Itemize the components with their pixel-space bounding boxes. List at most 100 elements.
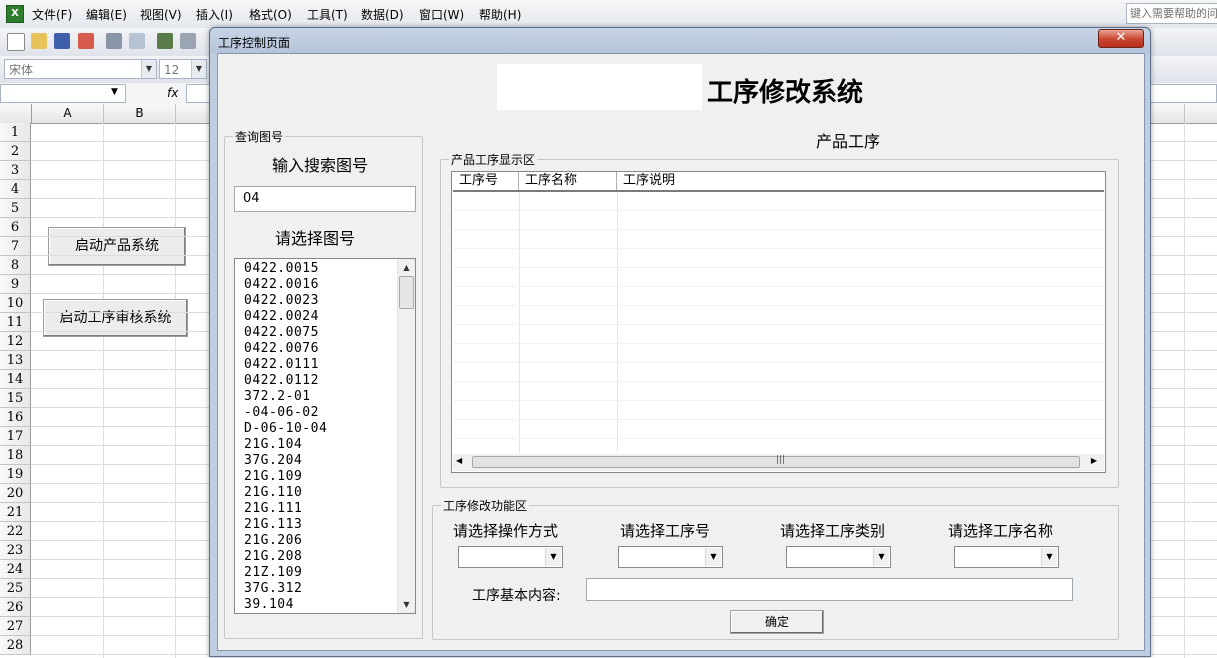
menu-tools[interactable]: 工具(T) [307, 6, 348, 23]
list-item[interactable]: D-06-10-04 [244, 421, 327, 437]
row-header[interactable]: 5 [0, 199, 31, 218]
row-header[interactable]: 4 [0, 180, 31, 199]
confirm-button[interactable]: 确定 [730, 610, 824, 634]
row-header[interactable]: 3 [0, 161, 31, 180]
row-header[interactable]: 9 [0, 275, 31, 294]
row-header[interactable]: 13 [0, 351, 31, 370]
process-number-select[interactable]: ▼ [618, 546, 723, 568]
print-preview-icon[interactable] [129, 33, 145, 49]
row-header[interactable]: 14 [0, 370, 31, 389]
fx-icon[interactable]: fx [167, 86, 178, 100]
list-item[interactable]: 21G.109 [244, 469, 302, 485]
list-item[interactable]: 0422.0075 [244, 325, 319, 341]
process-category-select[interactable]: ▼ [786, 546, 891, 568]
menu-window[interactable]: 窗口(W) [419, 6, 464, 23]
scroll-down-icon[interactable]: ▼ [399, 597, 414, 612]
list-item[interactable]: 0422.0076 [244, 341, 319, 357]
row-header[interactable]: 1 [0, 123, 31, 142]
select-all-corner[interactable] [0, 104, 32, 123]
list-item[interactable]: 21G.110 [244, 485, 302, 501]
list-item[interactable]: 0422.0024 [244, 309, 319, 325]
row-header[interactable]: 6 [0, 218, 31, 237]
research-icon[interactable] [180, 33, 196, 49]
operation-mode-select[interactable]: ▼ [458, 546, 563, 568]
row-header[interactable]: 22 [0, 522, 31, 541]
process-name-select[interactable]: ▼ [954, 546, 1059, 568]
list-item[interactable]: 21G.104 [244, 437, 302, 453]
close-button[interactable]: ✕ [1098, 29, 1144, 48]
row-header[interactable]: 12 [0, 332, 31, 351]
list-item[interactable]: 37G.204 [244, 453, 302, 469]
list-item[interactable]: 0422.0111 [244, 357, 319, 373]
save-icon[interactable] [54, 33, 70, 49]
row-header[interactable]: 23 [0, 541, 31, 560]
list-item[interactable]: 0422.0023 [244, 293, 319, 309]
open-icon[interactable] [31, 33, 47, 49]
font-size-select[interactable]: 12 ▼ [159, 59, 207, 79]
help-search-input[interactable]: 键入需要帮助的问 [1126, 3, 1217, 24]
column-header-process-name[interactable]: 工序名称 [519, 172, 617, 190]
row-header[interactable]: 19 [0, 465, 31, 484]
spelling-icon[interactable] [157, 33, 173, 49]
menu-view[interactable]: 视图(V) [140, 6, 182, 23]
column-header-b[interactable]: B [104, 104, 176, 123]
column-header-process-no[interactable]: 工序号 [453, 172, 519, 190]
new-icon[interactable] [7, 33, 25, 51]
menu-format[interactable]: 格式(O) [249, 6, 292, 23]
scroll-up-icon[interactable]: ▲ [399, 260, 414, 275]
column-header[interactable] [1149, 104, 1185, 123]
list-item[interactable]: 21G.208 [244, 549, 302, 565]
row-header[interactable]: 16 [0, 408, 31, 427]
search-label: 输入搜索图号 [272, 156, 369, 175]
menu-edit[interactable]: 编辑(E) [86, 6, 127, 23]
font-name-select[interactable]: 宋体 ▼ [4, 59, 157, 79]
menu-data[interactable]: 数据(D) [361, 6, 404, 23]
horizontal-scrollbar[interactable]: ◀ ||| ▶ [453, 454, 1104, 471]
list-item[interactable]: 0422.0112 [244, 373, 319, 389]
search-drawing-input[interactable]: 04 [234, 186, 416, 212]
column-header-process-desc[interactable]: 工序说明 [617, 172, 1104, 190]
row-header[interactable]: 10 [0, 294, 31, 313]
row-header[interactable]: 20 [0, 484, 31, 503]
permission-icon[interactable] [78, 33, 94, 49]
list-item[interactable]: 21G.113 [244, 517, 302, 533]
launch-product-system-button[interactable]: 启动产品系统 [48, 227, 186, 266]
list-item[interactable]: 21Z.109 [244, 565, 302, 581]
list-item[interactable]: 372.2-01 [244, 389, 311, 405]
list-item[interactable]: 0422.0016 [244, 277, 319, 293]
scroll-thumb[interactable]: ||| [472, 455, 1080, 468]
row-header[interactable]: 15 [0, 389, 31, 408]
list-item[interactable]: 37G.312 [244, 581, 302, 597]
scroll-right-icon[interactable]: ▶ [1091, 456, 1097, 465]
window-titlebar[interactable]: 工序控制页面 ✕ [210, 28, 1150, 53]
row-header[interactable]: 21 [0, 503, 31, 522]
row-header[interactable]: 24 [0, 560, 31, 579]
list-item[interactable]: 39.104 [244, 597, 294, 613]
row-header[interactable]: 7 [0, 237, 31, 256]
row-header[interactable]: 8 [0, 256, 31, 275]
scroll-thumb[interactable] [399, 276, 414, 309]
vertical-scrollbar[interactable]: ▲ ▼ [397, 259, 415, 613]
scroll-left-icon[interactable]: ◀ [456, 456, 462, 465]
row-header[interactable]: 2 [0, 142, 31, 161]
menu-file[interactable]: 文件(F) [32, 6, 72, 23]
list-item[interactable]: 21G.206 [244, 533, 302, 549]
drawing-number-listbox[interactable]: 0422.0015 0422.0016 0422.0023 0422.0024 0422… [234, 258, 416, 614]
row-header[interactable]: 17 [0, 427, 31, 446]
list-item[interactable]: 21G.111 [244, 501, 302, 517]
row-header[interactable]: 27 [0, 617, 31, 636]
row-header[interactable]: 25 [0, 579, 31, 598]
menu-insert[interactable]: 插入(I) [196, 6, 233, 23]
row-header[interactable]: 28 [0, 636, 31, 655]
row-header[interactable]: 18 [0, 446, 31, 465]
print-icon[interactable] [106, 33, 122, 49]
menu-help[interactable]: 帮助(H) [479, 6, 521, 23]
name-box[interactable]: ▼ [0, 84, 126, 103]
row-header[interactable]: 11 [0, 313, 31, 332]
column-header-a[interactable]: A [32, 104, 104, 123]
list-item[interactable]: -04-06-02 [244, 405, 319, 421]
process-table[interactable]: 工序号 工序名称 工序说明 ◀ ||| ▶ [451, 171, 1106, 473]
list-item[interactable]: 0422.0015 [244, 261, 319, 277]
process-content-input[interactable] [586, 578, 1073, 601]
row-header[interactable]: 26 [0, 598, 31, 617]
